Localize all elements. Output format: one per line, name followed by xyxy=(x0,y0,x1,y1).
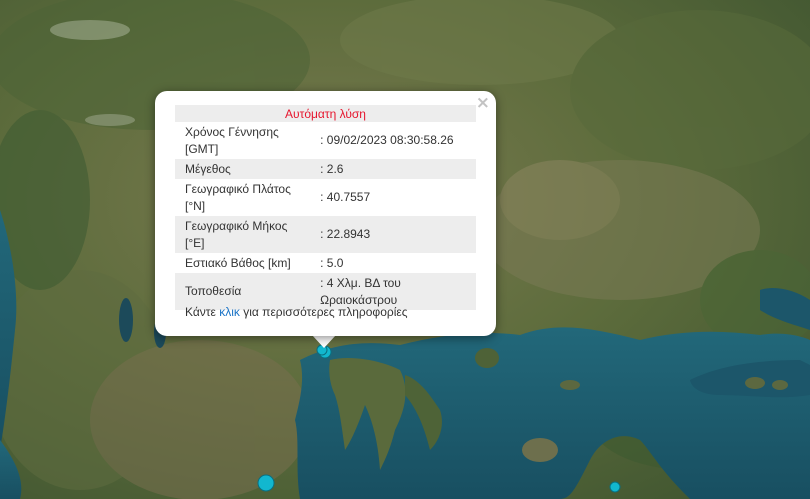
earthquake-marker[interactable] xyxy=(609,481,621,493)
earthquake-marker[interactable] xyxy=(257,474,275,492)
row-value: : 40.7557 xyxy=(312,179,476,216)
row-label: Γεωγραφικό Μήκος [°E] xyxy=(175,216,313,253)
samothraki-island xyxy=(560,380,580,390)
table-row: Εστιακό Βάθος [km] : 5.0 xyxy=(175,253,476,273)
row-value: : 09/02/2023 08:30:58.26 xyxy=(312,122,476,159)
row-label: Γεωγραφικό Πλάτος [°N] xyxy=(175,179,313,216)
row-label: Εστιακό Βάθος [km] xyxy=(175,253,313,273)
table-row: Γεωγραφικό Πλάτος [°N] : 40.7557 xyxy=(175,179,476,216)
table-row: Γεωγραφικό Μήκος [°E] : 22.8943 xyxy=(175,216,476,253)
row-value: : 22.8943 xyxy=(312,216,476,253)
table-row: Χρόνος Γέννησης [GMT] : 09/02/2023 08:30… xyxy=(175,122,476,159)
row-value: : 2.6 xyxy=(312,159,476,179)
more-info-text: Κάντε κλικ για περισσότερες πληροφορίες xyxy=(185,305,408,319)
more-info-link[interactable]: κλικ xyxy=(219,305,240,319)
close-icon[interactable]: × xyxy=(476,94,490,112)
more-suffix: για περισσότερες πληροφορίες xyxy=(239,305,408,319)
row-value: : 5.0 xyxy=(312,253,476,273)
thassos-island xyxy=(475,348,499,368)
lemnos-island xyxy=(522,438,558,462)
marmara-island xyxy=(745,377,765,389)
table-row: Μέγεθος : 2.6 xyxy=(175,159,476,179)
more-prefix: Κάντε xyxy=(185,305,220,319)
earthquake-popup: × Αυτόματη λύση Χρόνος Γέννησης [GMT] : … xyxy=(155,91,496,336)
marmara-island xyxy=(772,380,788,390)
popup-tip xyxy=(312,335,336,348)
earthquake-info-table: Αυτόματη λύση Χρόνος Γέννησης [GMT] : 09… xyxy=(175,105,476,310)
cloud xyxy=(85,114,135,126)
row-label: Μέγεθος xyxy=(175,159,313,179)
row-label: Χρόνος Γέννησης [GMT] xyxy=(175,122,313,159)
cloud xyxy=(50,20,130,40)
lake-ohrid xyxy=(119,298,133,342)
popup-title: Αυτόματη λύση xyxy=(175,105,476,122)
